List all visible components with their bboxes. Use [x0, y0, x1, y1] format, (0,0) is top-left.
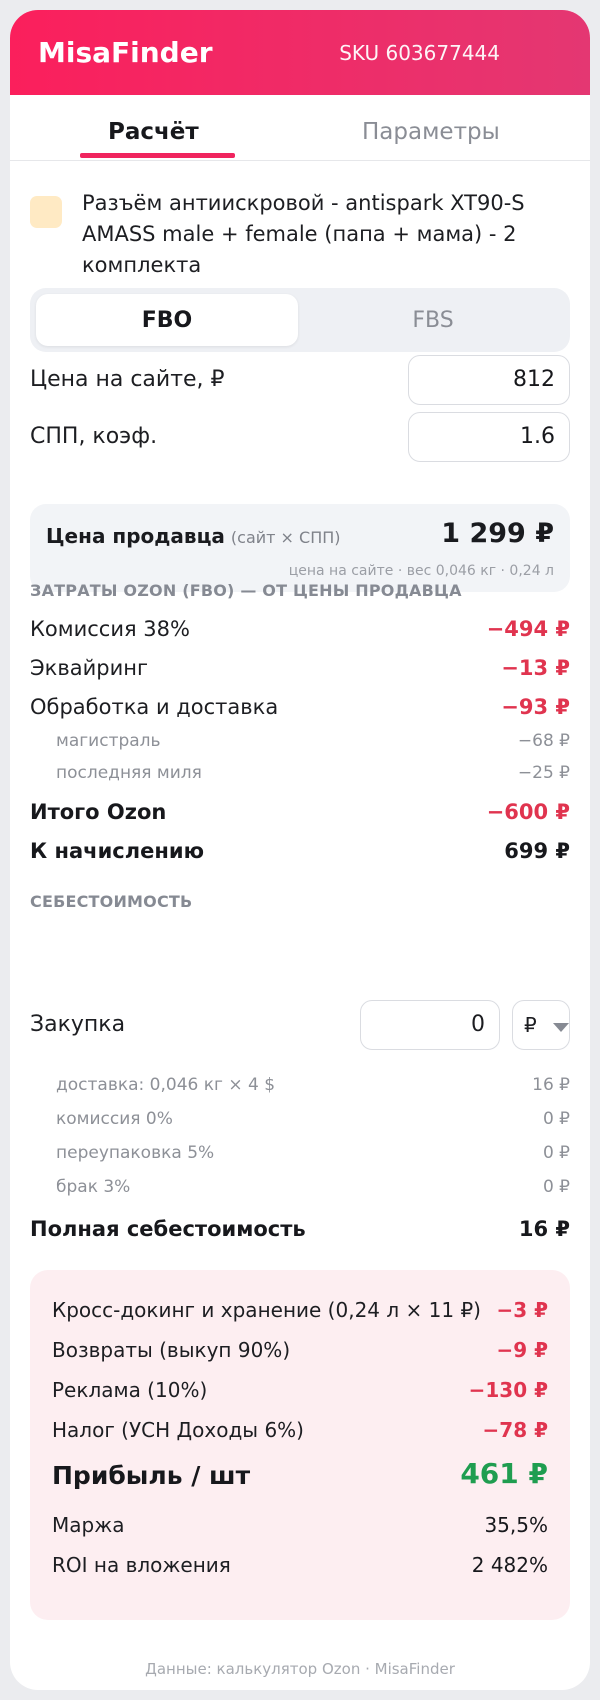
- shipping-label: доставка: 0,046 кг × 4 $: [56, 1075, 276, 1095]
- ads-label: Реклама (10%): [52, 1378, 208, 1402]
- lastmile-value: −25 ₽: [517, 763, 570, 783]
- ozon-total-value: −600 ₽: [486, 800, 570, 824]
- purchase-input[interactable]: 0: [360, 1000, 500, 1050]
- cost-heading: СЕБЕСТОИМОСТЬ: [30, 892, 193, 911]
- lastmile-label: последняя миля: [56, 763, 202, 783]
- seller-price-title-text: Цена продавца: [46, 524, 225, 548]
- profit-label: Прибыль / шт: [52, 1461, 251, 1490]
- delivery-value: −93 ₽: [501, 695, 570, 719]
- spp-input[interactable]: 1.6: [408, 412, 570, 462]
- currency-select[interactable]: ₽: [512, 1000, 570, 1050]
- commission-value: −494 ₽: [486, 617, 570, 641]
- crossdock-label: Кросс-докинг и хранение (0,24 л × 11 ₽): [52, 1298, 481, 1322]
- returns-value: −9 ₽: [496, 1338, 548, 1362]
- seller-price-hint: (сайт × СПП): [230, 528, 341, 547]
- price-input[interactable]: 812: [408, 355, 570, 405]
- active-tab-indicator: [80, 153, 235, 158]
- acquiring-value: −13 ₽: [501, 656, 570, 680]
- price-row: Цена на сайте, ₽ 812: [30, 355, 570, 405]
- payout-value: 699 ₽: [504, 839, 570, 863]
- full-cost-value: 16 ₽: [518, 1217, 570, 1241]
- defect-label: брак 3%: [56, 1177, 131, 1197]
- tax-label: Налог (УСН Доходы 6%): [52, 1418, 304, 1442]
- roi-value: 2 482%: [471, 1553, 548, 1577]
- spp-row: СПП, коэф. 1.6: [30, 412, 570, 462]
- tab-calculation[interactable]: Расчёт: [108, 119, 199, 145]
- sku-label: SKU 603677444: [339, 40, 500, 65]
- crossdock-value: −3 ₽: [496, 1298, 548, 1322]
- ozon-total-label: Итого Ozon: [30, 800, 167, 824]
- payout-label: К начислению: [30, 839, 204, 863]
- ads-value: −130 ₽: [468, 1378, 548, 1402]
- defect-value: 0 ₽: [542, 1177, 570, 1197]
- calculator-card: MisaFinder SKU 603677444 Расчёт Параметр…: [10, 10, 590, 1690]
- seller-price-title: Цена продавца (сайт × СПП): [46, 524, 341, 548]
- shipping-value: 16 ₽: [532, 1075, 570, 1095]
- product-title: Разъём антиискровой - antispark XT90-S A…: [82, 191, 525, 277]
- commission-label: Комиссия 38%: [30, 617, 190, 641]
- seller-price-box: Цена продавца (сайт × СПП) 1 299 ₽ цена н…: [30, 504, 570, 592]
- spp-label: СПП, коэф.: [30, 424, 158, 449]
- fulfillment-mode-toggle: FBO FBS: [30, 288, 570, 352]
- mode-fbo-button[interactable]: FBO: [36, 294, 298, 346]
- profit-box: Кросс-докинг и хранение (0,24 л × 11 ₽) …: [30, 1270, 570, 1620]
- chevron-down-icon: [553, 1023, 569, 1032]
- acquiring-label: Эквайринг: [30, 656, 148, 680]
- mode-fbs-button[interactable]: FBS: [302, 294, 564, 346]
- tab-parameters[interactable]: Параметры: [362, 119, 500, 145]
- brand-logo: MisaFinder: [38, 36, 213, 69]
- trunk-value: −68 ₽: [517, 731, 570, 751]
- product-color-swatch: [30, 196, 62, 228]
- currency-symbol: ₽: [524, 1013, 537, 1037]
- margin-label: Маржа: [52, 1513, 125, 1537]
- repack-label: переупаковка 5%: [56, 1143, 215, 1163]
- trunk-label: магистраль: [56, 731, 161, 751]
- roi-label: ROI на вложения: [52, 1553, 231, 1577]
- seller-price-details: цена на сайте · вес 0,046 кг · 0,24 л: [288, 563, 554, 579]
- repack-value: 0 ₽: [542, 1143, 570, 1163]
- ozon-costs-heading: ЗАТРАТЫ OZON (FBO) — ОТ ЦЕНЫ ПРОДАВЦА: [30, 581, 462, 600]
- full-cost-label: Полная себестоимость: [30, 1217, 306, 1241]
- tax-value: −78 ₽: [482, 1418, 548, 1442]
- purchase-row: Закупка 0 ₽: [30, 1000, 570, 1050]
- tab-bar: Расчёт Параметры: [10, 95, 590, 161]
- app-header: MisaFinder SKU 603677444: [10, 10, 590, 95]
- returns-label: Возвраты (выкуп 90%): [52, 1338, 291, 1362]
- margin-value: 35,5%: [484, 1513, 548, 1537]
- delivery-label: Обработка и доставка: [30, 695, 279, 719]
- footer-source: Данные: калькулятор Ozon · MisaFinder: [145, 1660, 455, 1678]
- purchase-label: Закупка: [30, 1012, 126, 1037]
- seller-price-value: 1 299 ₽: [441, 518, 554, 549]
- profit-value: 461 ₽: [460, 1457, 548, 1490]
- price-label: Цена на сайте, ₽: [30, 367, 225, 392]
- cost-commission-label: комиссия 0%: [56, 1109, 173, 1129]
- cost-commission-value: 0 ₽: [542, 1109, 570, 1129]
